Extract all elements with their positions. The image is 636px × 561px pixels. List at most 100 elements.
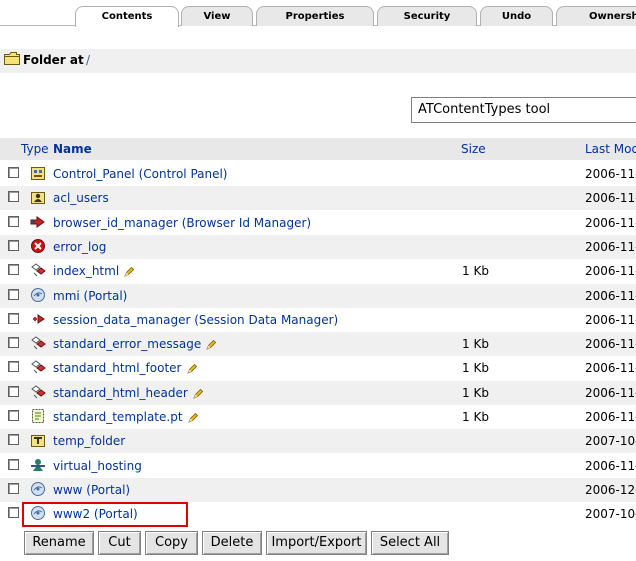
virtual-hosting-icon[interactable] <box>30 457 46 473</box>
item-name-text[interactable]: standard_html_footer <box>53 361 182 375</box>
error-log-icon[interactable] <box>30 238 46 254</box>
edit-pencil-icon[interactable] <box>206 340 217 350</box>
item-size: 1 Kb <box>462 385 489 400</box>
tab-security[interactable]: Security <box>377 6 477 26</box>
row-checkbox[interactable] <box>8 191 19 203</box>
row-checkbox[interactable] <box>8 507 19 519</box>
item-name-link[interactable]: standard_html_header <box>53 386 203 400</box>
add-type-select[interactable]: ATContentTypes tool <box>411 97 636 123</box>
item-name-link[interactable]: session_data_manager (Session Data Manag… <box>53 313 338 327</box>
row-checkbox[interactable] <box>8 434 19 446</box>
item-name-link[interactable]: standard_error_message <box>53 337 217 351</box>
item-name-text[interactable]: standard_error_message <box>53 337 201 351</box>
item-name-link[interactable]: acl_users <box>53 191 109 205</box>
item-name-link[interactable]: Control_Panel (Control Panel) <box>53 167 228 181</box>
item-name-link[interactable]: standard_html_footer <box>53 361 197 375</box>
item-modified-date: 2006-11- <box>585 385 636 400</box>
cut-button[interactable]: Cut <box>98 531 141 555</box>
folder-label: Folder at <box>23 53 84 67</box>
edit-pencil-icon[interactable] <box>186 364 197 375</box>
listing-header: Type Name Size Last Modified <box>0 138 636 160</box>
row-checkbox[interactable] <box>8 215 19 227</box>
item-name-text[interactable]: standard_html_header <box>53 386 188 400</box>
row-checkbox[interactable] <box>8 167 19 178</box>
item-size: 1 Kb <box>462 337 489 352</box>
item-name-link[interactable]: standard_template.pt <box>53 410 198 424</box>
row-checkbox[interactable] <box>8 385 19 397</box>
item-name-text[interactable]: error_log <box>53 240 106 254</box>
dtml-method-icon[interactable] <box>30 262 46 278</box>
control-panel-icon[interactable] <box>30 165 46 181</box>
row-checkbox[interactable] <box>8 312 19 324</box>
copy-button[interactable]: Copy <box>145 531 198 555</box>
item-name-text[interactable]: temp_folder <box>53 434 125 448</box>
row-checkbox[interactable] <box>8 239 19 251</box>
dtml-method-icon[interactable] <box>30 384 46 400</box>
edit-pencil-icon[interactable] <box>187 413 198 423</box>
edit-pencil-icon[interactable] <box>193 388 203 399</box>
item-modified-date: 2006-11- <box>585 167 636 181</box>
folder-path-link[interactable]: / <box>86 53 90 67</box>
column-type-header[interactable]: Type <box>21 142 49 156</box>
item-name-link[interactable]: browser_id_manager (Browser Id Manager) <box>53 216 311 230</box>
item-name-link[interactable]: index_html <box>53 264 135 278</box>
item-name-link[interactable]: www (Portal) <box>53 483 130 497</box>
item-modified-date: 2006-12- <box>585 482 636 497</box>
table-row: standard_template.pt 1 Kb 2006-11- <box>0 405 636 429</box>
table-row: www2 (Portal) 2007-10- <box>0 502 636 527</box>
page-template-icon[interactable] <box>30 408 46 424</box>
table-row: standard_error_message 1 Kb 2006-11- <box>0 332 636 357</box>
select-all-button[interactable]: Select All <box>371 531 449 555</box>
item-name-text[interactable]: www (Portal) <box>53 483 130 497</box>
dtml-method-icon[interactable] <box>30 359 46 375</box>
tab-bar: Contents View Properties Security Undo O… <box>0 0 636 27</box>
column-size-header[interactable]: Size <box>461 142 486 156</box>
item-name-text[interactable]: browser_id_manager (Browser Id Manager) <box>53 216 311 230</box>
item-name-text[interactable]: www2 (Portal) <box>53 507 138 521</box>
row-checkbox[interactable] <box>8 482 19 494</box>
column-modified-header[interactable]: Last Modified <box>585 142 636 156</box>
item-modified-date: 2007-10- <box>585 507 636 522</box>
item-name-text[interactable]: virtual_hosting <box>53 459 142 473</box>
tab-properties[interactable]: Properties <box>256 6 374 26</box>
portal-icon[interactable] <box>30 505 46 521</box>
import-export-button[interactable]: Import/Export <box>266 531 367 555</box>
tab-ownership[interactable]: Ownership <box>556 6 636 26</box>
item-modified-date: 2006-11- <box>585 264 636 279</box>
row-checkbox[interactable] <box>8 458 19 470</box>
delete-button[interactable]: Delete <box>202 531 262 555</box>
item-name-text[interactable]: session_data_manager (Session Data Manag… <box>53 313 338 327</box>
edit-pencil-icon[interactable] <box>124 267 135 277</box>
user-folder-icon[interactable] <box>30 189 46 205</box>
item-name-link[interactable]: temp_folder <box>53 434 125 448</box>
row-checkbox[interactable] <box>8 288 19 300</box>
row-checkbox[interactable] <box>8 264 19 276</box>
rename-button[interactable]: Rename <box>24 531 94 555</box>
item-name-link[interactable]: www2 (Portal) <box>53 507 138 521</box>
item-modified-date: 2007-10- <box>585 434 636 449</box>
session-data-icon[interactable] <box>30 311 46 327</box>
item-name-text[interactable]: index_html <box>53 264 119 278</box>
item-name-text[interactable]: acl_users <box>53 191 109 205</box>
table-row: Control_Panel (Control Panel) 2006-11- <box>0 162 636 186</box>
item-name-text[interactable]: Control_Panel (Control Panel) <box>53 167 228 181</box>
row-checkbox[interactable] <box>8 361 19 373</box>
row-checkbox[interactable] <box>8 410 19 421</box>
tab-undo[interactable]: Undo <box>480 6 553 26</box>
tab-view[interactable]: View <box>181 6 253 26</box>
portal-icon[interactable] <box>30 287 46 303</box>
location-bar: Folder at / <box>0 49 636 73</box>
tab-contents[interactable]: Contents <box>75 6 179 27</box>
item-name-link[interactable]: mmi (Portal) <box>53 289 127 303</box>
item-name-link[interactable]: virtual_hosting <box>53 459 142 473</box>
browser-id-icon[interactable] <box>30 214 46 230</box>
item-name-link[interactable]: error_log <box>53 240 106 254</box>
item-name-text[interactable]: standard_template.pt <box>53 410 183 424</box>
temp-folder-icon[interactable] <box>30 432 46 448</box>
item-name-text[interactable]: mmi (Portal) <box>53 289 127 303</box>
portal-icon[interactable] <box>30 481 46 497</box>
dtml-method-icon[interactable] <box>30 335 46 351</box>
row-checkbox[interactable] <box>8 337 19 349</box>
column-name-header[interactable]: Name <box>53 142 92 156</box>
item-size: 1 Kb <box>462 264 489 279</box>
